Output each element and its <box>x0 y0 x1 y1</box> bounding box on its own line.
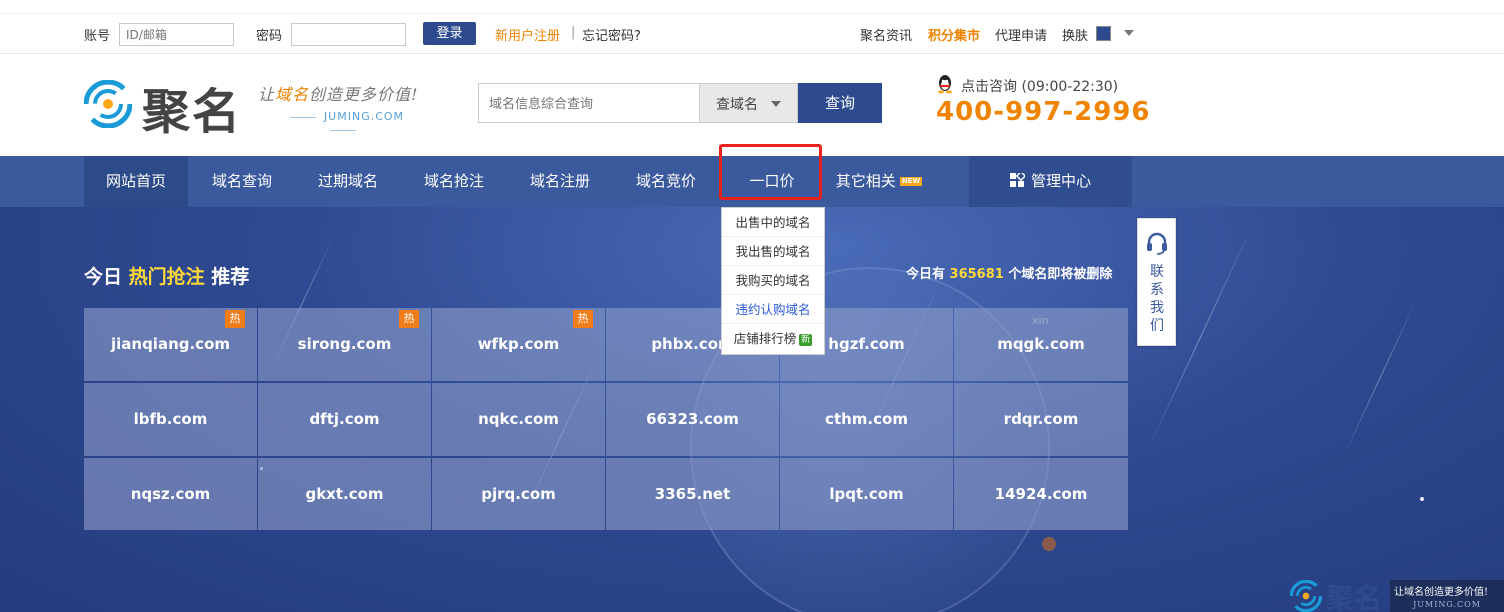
login-button[interactable]: 登录 <box>423 22 476 45</box>
hot-title: 今日 热门抢注 推荐 <box>84 266 250 288</box>
domain-cell[interactable]: pjrq.com <box>432 458 605 530</box>
forgot-password-link[interactable]: 忘记密码? <box>582 25 641 44</box>
nav-domain-snap[interactable]: 域名抢注 <box>402 156 506 207</box>
domain-cell[interactable]: lpqt.com <box>780 458 953 530</box>
news-link[interactable]: 聚名资讯 <box>860 25 912 44</box>
dropdown-item-my-selling[interactable]: 我出售的域名 <box>722 237 824 266</box>
domain-cell[interactable]: dftj.com <box>258 383 431 456</box>
fixed-price-dropdown: 出售中的域名 我出售的域名 我购买的域名 违约认购域名 店铺排行榜新 <box>721 207 825 355</box>
nav-home[interactable]: 网站首页 <box>84 156 188 207</box>
nav-manage-center[interactable]: 管理中心 <box>969 156 1132 207</box>
juming-logo-icon[interactable] <box>84 80 132 128</box>
domain-cell[interactable]: rdqr.com <box>954 383 1128 456</box>
domain-cell[interactable]: cthm.com <box>780 383 953 456</box>
footer-slogan: 让域名创造更多价值! JUMING.COM <box>1390 580 1504 612</box>
domain-cell[interactable]: 3365.net <box>606 458 779 530</box>
decor-streak <box>1342 295 1419 459</box>
dropdown-item-selling[interactable]: 出售中的域名 <box>722 208 824 237</box>
grid-icon <box>1009 170 1027 187</box>
domain-cell[interactable]: sirong.com 热 <box>258 308 431 381</box>
domain-cell[interactable]: 14924.com <box>954 458 1128 530</box>
hot-tag: 热 <box>573 310 593 328</box>
chevron-down-icon[interactable] <box>1124 30 1134 36</box>
agent-link[interactable]: 代理申请 <box>995 25 1047 44</box>
domain-cell[interactable]: 66323.com <box>606 383 779 456</box>
highlight-box <box>719 144 822 200</box>
consult-link[interactable]: 点击咨询 (09:00-22:30) <box>961 76 1118 96</box>
register-link[interactable]: 新用户注册 <box>495 25 560 44</box>
password-label: 密码 <box>256 29 283 44</box>
login-bar: 账号 密码 登录 新用户注册 | 忘记密码? 聚名资讯 积分集市 代理申请 换肤 <box>0 14 1504 54</box>
hot-domains-grid: jianqiang.com 热 sirong.com 热 wfkp.com 热 phb… <box>84 308 1128 530</box>
phone-number: 400-997-2996 <box>936 97 1151 127</box>
password-input[interactable] <box>291 23 406 46</box>
domain-cell[interactable]: wfkp.com 热 <box>432 308 605 381</box>
chevron-down-icon <box>771 101 781 107</box>
skin-label[interactable]: 换肤 <box>1062 25 1088 44</box>
decor-moon <box>1042 537 1056 551</box>
dropdown-item-my-bought[interactable]: 我购买的域名 <box>722 266 824 295</box>
nav-domain-auction[interactable]: 域名竞价 <box>614 156 718 207</box>
slogan-domain: JUMING.COM <box>262 110 424 136</box>
nav-domain-register[interactable]: 域名注册 <box>508 156 612 207</box>
bookmark-strip <box>0 0 1504 14</box>
hot-tag: 热 <box>225 310 245 328</box>
search-button[interactable]: 查询 <box>798 83 882 123</box>
domain-cell[interactable]: jianqiang.com 热 <box>84 308 257 381</box>
domain-cell[interactable]: lbfb.com <box>84 383 257 456</box>
bg-watermark-text: xin <box>1032 314 1049 327</box>
search-type-select[interactable]: 查域名 <box>700 83 798 123</box>
headset-icon <box>1147 232 1167 255</box>
footer-logo-text: 聚名 <box>1326 582 1383 612</box>
username-label: 账号 <box>84 29 111 44</box>
nav-expired-domains[interactable]: 过期域名 <box>296 156 400 207</box>
new-badge: NEW <box>899 177 923 186</box>
dropdown-item-default[interactable]: 违约认购域名 <box>722 295 824 324</box>
domain-cell[interactable]: gkxt.com <box>258 458 431 530</box>
contact-us-tab[interactable]: 联系我们 <box>1137 218 1176 346</box>
points-link[interactable]: 积分集市 <box>928 25 980 44</box>
new-tag: 新 <box>799 333 813 346</box>
nav-other[interactable]: 其它相关 NEW <box>824 156 934 207</box>
domain-cell[interactable]: nqkc.com <box>432 383 605 456</box>
dropdown-item-ranking[interactable]: 店铺排行榜新 <box>722 324 824 353</box>
skin-color-swatch[interactable] <box>1096 26 1111 41</box>
footer-logo-icon <box>1290 580 1322 612</box>
username-input[interactable] <box>119 23 234 46</box>
domain-cell[interactable]: nqsz.com <box>84 458 257 530</box>
nav-domain-query[interactable]: 域名查询 <box>190 156 294 207</box>
slogan: 让域名创造更多价值! <box>258 85 419 104</box>
contact-label: 联系我们 <box>1150 264 1164 334</box>
hot-tag: 热 <box>399 310 419 328</box>
divider: | <box>571 25 576 40</box>
logo-text[interactable]: 聚名 <box>142 72 242 142</box>
qq-icon[interactable] <box>936 74 954 94</box>
today-delete-count: 今日有 365681 个域名即将被删除 <box>906 267 1113 282</box>
decor-star <box>1420 497 1424 501</box>
search-input[interactable] <box>478 83 700 123</box>
